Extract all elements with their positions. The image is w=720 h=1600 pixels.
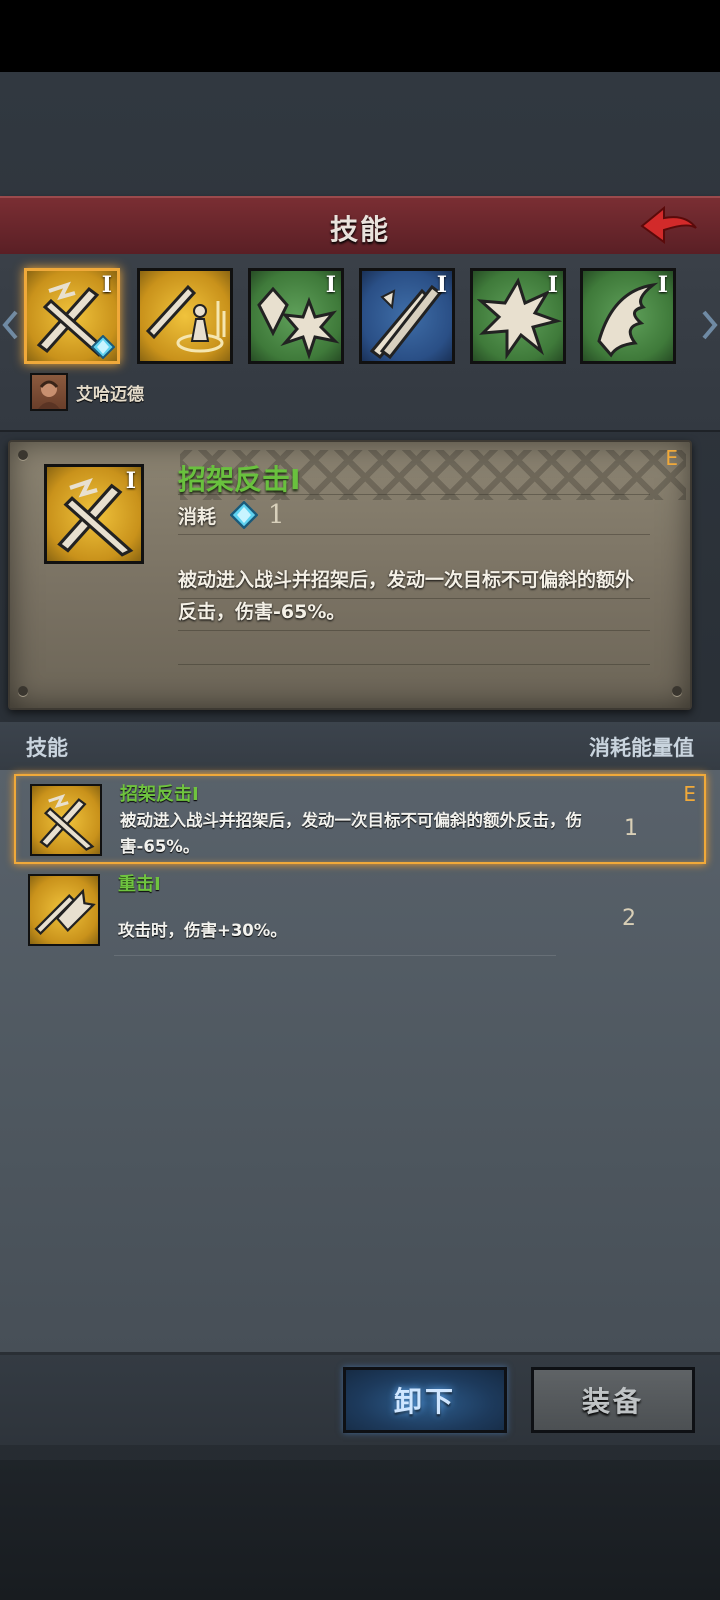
skill-description: 被动进入战斗并招架后，发动一次目标不可偏斜的额外反击，伤害-65%。 xyxy=(178,569,635,623)
skill-tile-4[interactable]: I xyxy=(359,268,455,364)
hero-info: 艾哈迈德 xyxy=(30,373,144,411)
skill-grade: E xyxy=(665,446,678,470)
tile-rank: I xyxy=(436,272,447,298)
skill-tile-1[interactable]: I xyxy=(24,268,120,364)
skill-tile-5[interactable]: I xyxy=(470,268,566,364)
avatar[interactable] xyxy=(30,373,68,411)
row-skill-description: 攻击时，伤害+30%。 xyxy=(118,921,287,940)
rivet xyxy=(18,686,28,696)
detail-skill-icon: I xyxy=(44,464,144,564)
energy-gem-icon xyxy=(230,501,259,529)
skill-tile-3[interactable]: I xyxy=(248,268,344,364)
energy-gem-icon xyxy=(91,335,115,359)
parry-counter-icon xyxy=(39,793,95,851)
tile-rank: I xyxy=(101,272,112,298)
title-bar: 技能 xyxy=(0,196,720,256)
status-bar-area xyxy=(0,0,720,72)
row-skill-icon xyxy=(28,874,100,946)
skill-tile-6[interactable]: I xyxy=(580,268,676,364)
rivet xyxy=(18,450,28,460)
action-bar: 卸下 装备 xyxy=(0,1355,720,1445)
row-cost: 1 xyxy=(624,816,638,841)
column-skill: 技能 xyxy=(26,736,68,760)
scroll-left-icon[interactable] xyxy=(2,310,20,340)
row-skill-name: 招架反击I xyxy=(120,784,199,805)
back-arrow-icon[interactable] xyxy=(638,204,700,248)
cost-label: 消耗 xyxy=(178,505,217,528)
list-item[interactable]: 招架反击I 被动进入战斗并招架后，发动一次目标不可偏斜的额外反击，伤害-65%。… xyxy=(14,774,706,864)
tile-rank: I xyxy=(325,272,336,298)
divider xyxy=(178,630,650,631)
cost-value: 1 xyxy=(268,500,285,530)
row-skill-name: 重击I xyxy=(118,874,161,895)
page-title: 技能 xyxy=(329,213,390,246)
divider xyxy=(178,534,650,535)
list-header: 技能 消耗能量值 xyxy=(0,722,720,770)
heavy-strike-icon xyxy=(34,888,96,936)
skill-title: 招架反击I xyxy=(178,463,301,496)
row-grade: E xyxy=(683,782,696,806)
scroll-right-icon[interactable] xyxy=(700,310,718,340)
skill-detail-card: I 招架反击I E 消耗 1 被动进入战斗并招架后，发动一次目标不可偏斜的额外反… xyxy=(8,440,692,710)
row-skill-description: 被动进入战斗并招架后，发动一次目标不可偏斜的额外反击，伤害-65%。 xyxy=(120,811,582,856)
row-cost: 2 xyxy=(622,906,636,931)
rivet xyxy=(672,686,682,696)
unequip-button[interactable]: 卸下 xyxy=(343,1367,507,1433)
sword-aura-icon xyxy=(145,284,226,353)
cost-row: 消耗 1 xyxy=(178,500,285,530)
hero-name: 艾哈迈德 xyxy=(76,384,144,405)
divider xyxy=(114,955,556,956)
skill-icon-strip: I I I I I 艾哈迈德 xyxy=(0,254,720,432)
tile-rank: I xyxy=(657,272,668,298)
tile-rank: I xyxy=(125,468,136,494)
divider xyxy=(178,494,650,495)
divider xyxy=(178,664,650,665)
skill-list: 招架反击I 被动进入战斗并招架后，发动一次目标不可偏斜的额外反击，伤害-65%。… xyxy=(0,770,720,1355)
tile-rank: I xyxy=(547,272,558,298)
column-cost: 消耗能量值 xyxy=(589,736,694,760)
equip-button[interactable]: 装备 xyxy=(531,1367,695,1433)
list-item[interactable]: 重击I 攻击时，伤害+30%。 2 xyxy=(14,866,706,956)
row-skill-icon xyxy=(30,784,102,856)
bottom-area xyxy=(0,1460,720,1600)
skill-tile-2[interactable] xyxy=(137,268,233,364)
